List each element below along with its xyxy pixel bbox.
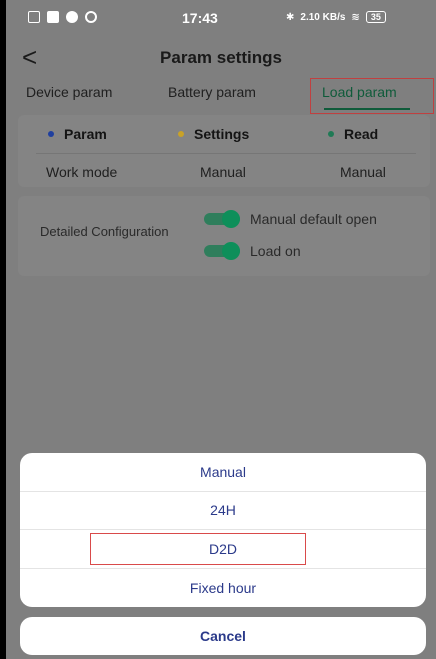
config-card: Detailed Configuration Manual default op… [18,196,430,276]
bluetooth-icon: ✱ [286,11,295,23]
manual-default-open-label: Manual default open [250,211,377,227]
header: < Param settings [6,40,436,76]
toggle-knob [222,242,240,260]
status-bar: 17:43 ✱ 2.10 KB/s ≋ 35 [6,0,436,40]
tab-device-param[interactable]: Device param [26,84,112,100]
sync-icon [85,11,97,23]
status-icons-left [28,11,97,23]
option-highlight-box [90,533,306,565]
work-mode-read: Manual [340,164,386,180]
card-divider [36,153,416,154]
status-icons-right: ✱ 2.10 KB/s ≋ 35 [286,11,386,23]
message-icon [47,11,59,23]
column-param: Param [48,126,107,142]
option-d2d[interactable]: D2D [20,530,426,569]
record-icon [66,11,78,23]
screen: 17:43 ✱ 2.10 KB/s ≋ 35 < Param settings … [6,0,436,659]
detailed-configuration-label: Detailed Configuration [40,224,169,239]
cancel-button[interactable]: Cancel [20,617,426,655]
page-title: Param settings [160,48,282,67]
column-read: Read [328,126,378,142]
toggle-row-load-on: Load on [204,242,301,260]
option-manual[interactable]: Manual [20,453,426,492]
load-on-toggle[interactable] [204,242,242,260]
status-time: 17:43 [182,10,218,26]
param-dot [48,131,54,137]
read-dot [328,131,334,137]
network-speed: 2.10 KB/s [300,11,346,23]
toggle-knob [222,210,240,228]
load-on-label: Load on [250,243,301,259]
column-settings: Settings [178,126,249,142]
work-mode-action-sheet: Manual 24H D2D Fixed hour [20,453,426,607]
manual-default-open-toggle[interactable] [204,210,242,228]
toggle-row-manual-default-open: Manual default open [204,210,377,228]
work-mode-setting[interactable]: Manual [200,164,246,180]
option-24h[interactable]: 24H [20,492,426,530]
settings-dot [178,131,184,137]
tab-highlight-box [310,78,434,114]
tab-battery-param[interactable]: Battery param [168,84,256,100]
battery-icon: 35 [365,11,386,23]
wifi-icon: ≋ [351,11,360,23]
option-fixed-hour[interactable]: Fixed hour [20,569,426,608]
param-card: Param Settings Read Work mode Manual Man… [18,115,430,187]
work-mode-label: Work mode [46,164,118,180]
tab-bar: Device param Battery param Load param [6,78,436,114]
sim-icon [28,11,40,23]
